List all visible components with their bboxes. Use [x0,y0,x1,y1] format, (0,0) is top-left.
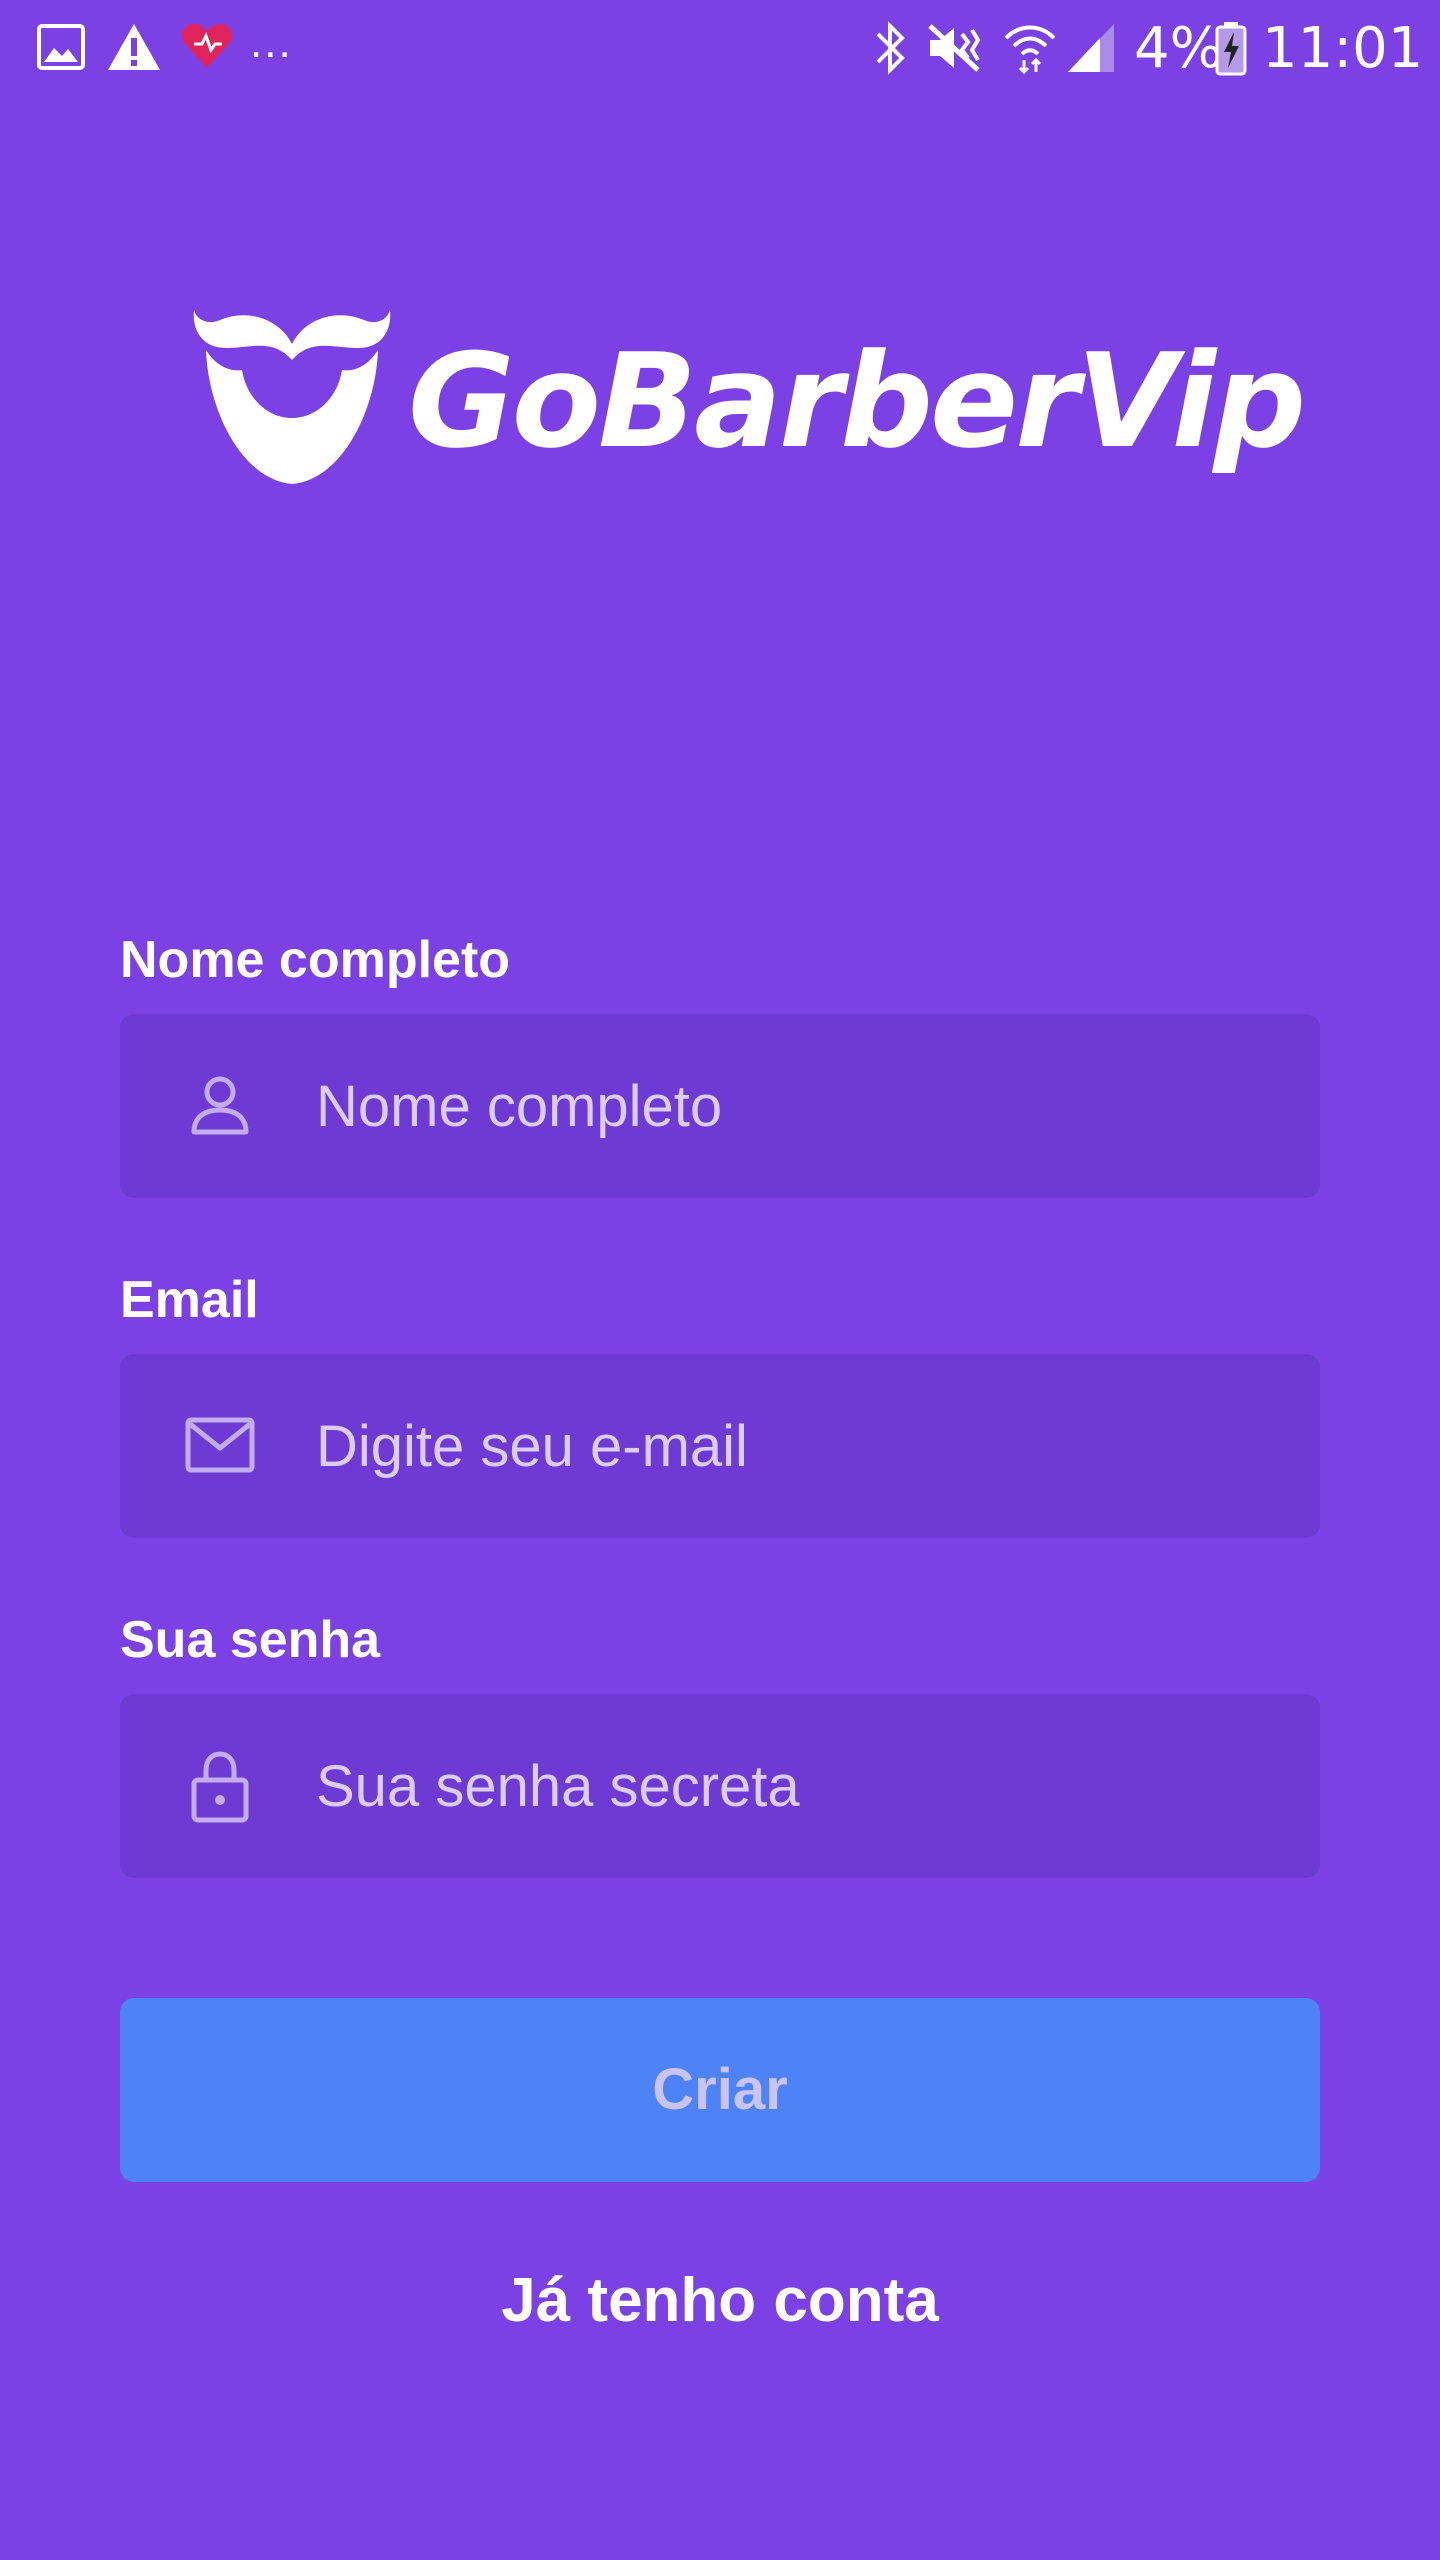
email-field-label: Email [120,1271,259,1329]
wifi-icon [1002,20,1058,81]
status-bar: ... 4% 11:01 [0,0,1440,100]
name-field[interactable] [120,1014,1320,1198]
app-logo-text: GoBarberVip [408,325,1306,477]
beard-mustache-icon [192,300,392,495]
create-account-button[interactable]: Criar [120,1998,1320,2182]
lock-icon [180,1746,260,1826]
mail-icon [180,1406,260,1486]
email-input[interactable] [316,1354,1276,1538]
password-field[interactable] [120,1694,1320,1878]
signal-icon [1066,20,1118,81]
name-field-label: Nome completo [120,931,511,989]
email-field[interactable] [120,1354,1320,1538]
warning-icon [106,22,162,77]
heart-app-icon [180,22,234,75]
already-have-account-link[interactable]: Já tenho conta [0,2270,1440,2332]
clock: 11:01 [1262,16,1424,81]
signup-screen: ... 4% 11:01 GoBarberVip Nome completo N… [0,0,1440,2560]
bluetooth-icon [870,20,910,81]
battery-charging-icon [1214,20,1248,81]
status-overflow-dots: ... [250,18,293,67]
gallery-icon [36,22,86,77]
password-input[interactable] [316,1694,1276,1878]
user-icon [180,1066,260,1146]
battery-percent: 4% [1134,16,1223,81]
vibrate-mute-icon [924,20,984,81]
app-logo: GoBarberVip [192,300,1306,500]
password-field-label: Sua senha [120,1611,381,1669]
name-input[interactable] [316,1014,1276,1198]
